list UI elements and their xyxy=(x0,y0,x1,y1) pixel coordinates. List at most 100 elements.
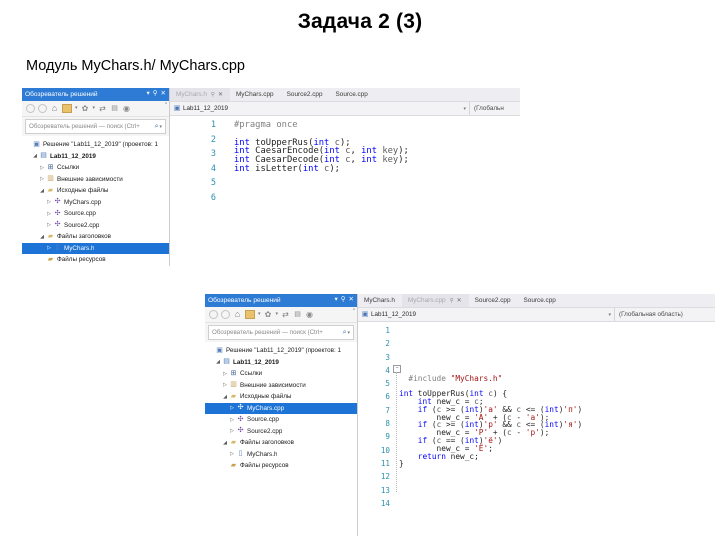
chevron-down-icon[interactable]: ▾ xyxy=(147,91,150,98)
code-line[interactable]: int CaesarEncode(int c, int key); xyxy=(234,144,520,156)
refresh-icon[interactable] xyxy=(98,104,107,113)
code-line[interactable] xyxy=(399,465,715,473)
close-icon[interactable]: ✕ xyxy=(457,297,462,304)
tree-item[interactable]: ▷ Source2.cpp xyxy=(22,220,169,232)
chevron-down-icon[interactable]: ▾ xyxy=(75,106,78,111)
expander-icon[interactable]: ▷ xyxy=(221,382,229,388)
code-line[interactable]: #pragma once xyxy=(234,118,520,130)
expander-icon[interactable]: ◢ xyxy=(31,153,39,159)
code-line[interactable]: int toUpperRus(int c); xyxy=(234,136,520,148)
tree-item[interactable]: ◢ Исходные файлы xyxy=(205,391,357,403)
tree-item[interactable]: ▷ Source.cpp xyxy=(22,208,169,220)
editor-tab[interactable]: Source.cpp xyxy=(330,88,375,101)
code-line[interactable]: int new_c = c; xyxy=(399,395,715,406)
navbar-scope-dropdown-2[interactable]: Lab11_12_2019 ▾ xyxy=(358,308,615,321)
expander-icon[interactable]: ▷ xyxy=(38,165,46,171)
tree-item[interactable]: ◢ Файлы заголовков xyxy=(22,231,169,243)
home-icon[interactable] xyxy=(50,104,59,113)
chevron-down-icon[interactable]: ▾ xyxy=(347,330,350,336)
chevron-down-icon[interactable]: ▾ xyxy=(258,312,261,317)
close-icon[interactable]: ✕ xyxy=(218,91,223,98)
tree-item[interactable]: Решение "Lab11_12_2019" (проектов: 1 xyxy=(205,345,357,357)
code-line[interactable]: if (c == (int)'ё') xyxy=(399,434,715,445)
chevron-down-icon[interactable]: ▾ xyxy=(608,312,611,318)
show-all-files-icon[interactable] xyxy=(110,104,119,113)
toolbar-overflow-icon[interactable]: " xyxy=(353,309,355,315)
tree-item[interactable]: ◢ Lab11_12_2019 xyxy=(22,151,169,163)
code-area-2[interactable]: 1 2 3 4 5 6 7 8 9 10 11 12 13 14 − #include "MyChars.… xyxy=(358,322,715,536)
expander-icon[interactable]: ◢ xyxy=(38,188,46,194)
tree-item[interactable]: Решение "Lab11_12_2019" (проектов: 1 xyxy=(22,139,169,151)
tree-item[interactable]: ▷ Source.cpp xyxy=(205,414,357,426)
tree-item[interactable]: ▷ Внешние зависимости xyxy=(22,174,169,186)
expander-icon[interactable]: ▷ xyxy=(228,451,236,457)
properties-icon[interactable] xyxy=(122,104,131,113)
refresh-icon[interactable] xyxy=(281,310,290,319)
chevron-down-icon[interactable]: ▾ xyxy=(276,312,279,317)
chevron-down-icon[interactable]: ▾ xyxy=(335,297,338,304)
code-area-1[interactable]: 1 2 3 4 5 6 #pragma once int toUpperRus(int c… xyxy=(170,116,520,266)
tree-item[interactable]: ▷ MyChars.cpp xyxy=(22,197,169,209)
tree-item[interactable]: ▷ Внешние зависимости xyxy=(205,380,357,392)
code-line[interactable]: int toUpperRus(int c) { xyxy=(399,387,715,398)
search-icon[interactable]: ⌕ xyxy=(343,329,347,337)
tree-item[interactable]: ▷ Ссылки xyxy=(205,368,357,380)
code-content-2[interactable]: − #include "MyChars.h" int toUpperRus(in… xyxy=(393,322,715,536)
forward-icon[interactable] xyxy=(221,310,230,319)
code-line[interactable]: #include "MyChars.h" xyxy=(399,372,715,383)
pending-changes-icon[interactable] xyxy=(245,310,255,319)
expander-icon[interactable]: ◢ xyxy=(214,359,222,365)
properties-icon[interactable] xyxy=(305,310,314,319)
fold-column-2[interactable]: − xyxy=(393,322,403,536)
chevron-down-icon[interactable]: ▾ xyxy=(463,106,466,112)
editor-tab[interactable]: Source.cpp xyxy=(518,294,563,307)
editor-tabstrip-2[interactable]: MyChars.h MyChars.cpp ⚲ ✕ Source2.cpp Source.… xyxy=(358,294,715,308)
expander-icon[interactable]: ▷ xyxy=(45,211,53,217)
editor-tab[interactable]: MyChars.h ⚲ ✕ xyxy=(170,88,230,101)
tree-item[interactable]: ▷ Ссылки xyxy=(22,162,169,174)
solution-tree-2[interactable]: Решение "Lab11_12_2019" (проектов: 1 ◢ Lab… xyxy=(205,342,357,536)
navbar-scope-right-2[interactable]: (Глобальная область) xyxy=(615,308,715,321)
code-line[interactable]: if (c >= (int)'р' && c <= (int)'я') xyxy=(399,418,715,429)
navbar-scope-right-1[interactable]: (Глобальн xyxy=(470,102,520,115)
pin-icon[interactable]: ⚲ xyxy=(153,91,158,98)
code-line[interactable]: return new_c; xyxy=(399,450,715,461)
expander-icon[interactable]: ◢ xyxy=(38,234,46,240)
close-icon[interactable]: ✕ xyxy=(161,91,166,98)
pending-changes-icon[interactable] xyxy=(62,104,72,113)
editor-tab[interactable]: Source2.cpp xyxy=(469,294,518,307)
expander-icon[interactable]: ▷ xyxy=(45,222,53,228)
expander-icon[interactable]: ▷ xyxy=(228,417,236,423)
tree-item[interactable]: ▷ MyChars.h xyxy=(22,242,169,254)
code-line[interactable]: int CaesarDecode(int c, int key); xyxy=(234,153,520,165)
code-line[interactable]: if (c >= (int)'а' && c <= (int)'п') xyxy=(399,403,715,414)
fold-toggle-icon[interactable]: − xyxy=(393,365,401,373)
code-line[interactable]: new_c = 'Ё'; xyxy=(399,442,715,453)
close-icon[interactable]: ✕ xyxy=(349,297,354,304)
expander-icon[interactable]: ▷ xyxy=(228,405,236,411)
tree-item[interactable]: Файлы ресурсов xyxy=(22,254,169,266)
toolbar-overflow-icon[interactable]: " xyxy=(165,103,167,109)
editor-tab[interactable]: MyChars.h xyxy=(358,294,402,307)
back-icon[interactable] xyxy=(209,310,218,319)
code-content-1[interactable]: #pragma once int toUpperRus(int c); int C… xyxy=(220,116,520,266)
tree-item[interactable]: ▷ MyChars.h xyxy=(205,449,357,461)
expander-icon[interactable]: ◢ xyxy=(221,394,229,400)
solution-explorer-search-1[interactable]: Обозреватель решений — поиск (Ctrl+ ⌕ ▾ xyxy=(25,119,166,134)
home-icon[interactable] xyxy=(233,310,242,319)
editor-tab[interactable]: MyChars.cpp ⚲ ✕ xyxy=(401,294,469,307)
tree-item[interactable]: ▷ MyChars.cpp xyxy=(205,402,357,414)
expander-icon[interactable]: ▷ xyxy=(45,199,53,205)
chevron-down-icon[interactable]: ▾ xyxy=(159,124,162,130)
search-icon[interactable]: ⌕ xyxy=(155,123,159,131)
show-all-files-icon[interactable] xyxy=(293,310,302,319)
tree-item[interactable]: ◢ Файлы заголовков xyxy=(205,437,357,449)
editor-tabstrip-1[interactable]: MyChars.h ⚲ ✕ MyChars.cpp Source2.cpp Source.… xyxy=(170,88,520,102)
expander-icon[interactable]: ▷ xyxy=(228,428,236,434)
chevron-down-icon[interactable]: ▾ xyxy=(93,106,96,111)
gear-icon[interactable] xyxy=(264,310,273,319)
tree-item[interactable]: Файлы ресурсов xyxy=(205,460,357,472)
pin-icon[interactable]: ⚲ xyxy=(341,297,346,304)
solution-explorer-search-2[interactable]: Обозреватель решений — поиск (Ctrl+ ⌕ ▾ xyxy=(208,325,354,340)
editor-tab[interactable]: Source2.cpp xyxy=(281,88,330,101)
